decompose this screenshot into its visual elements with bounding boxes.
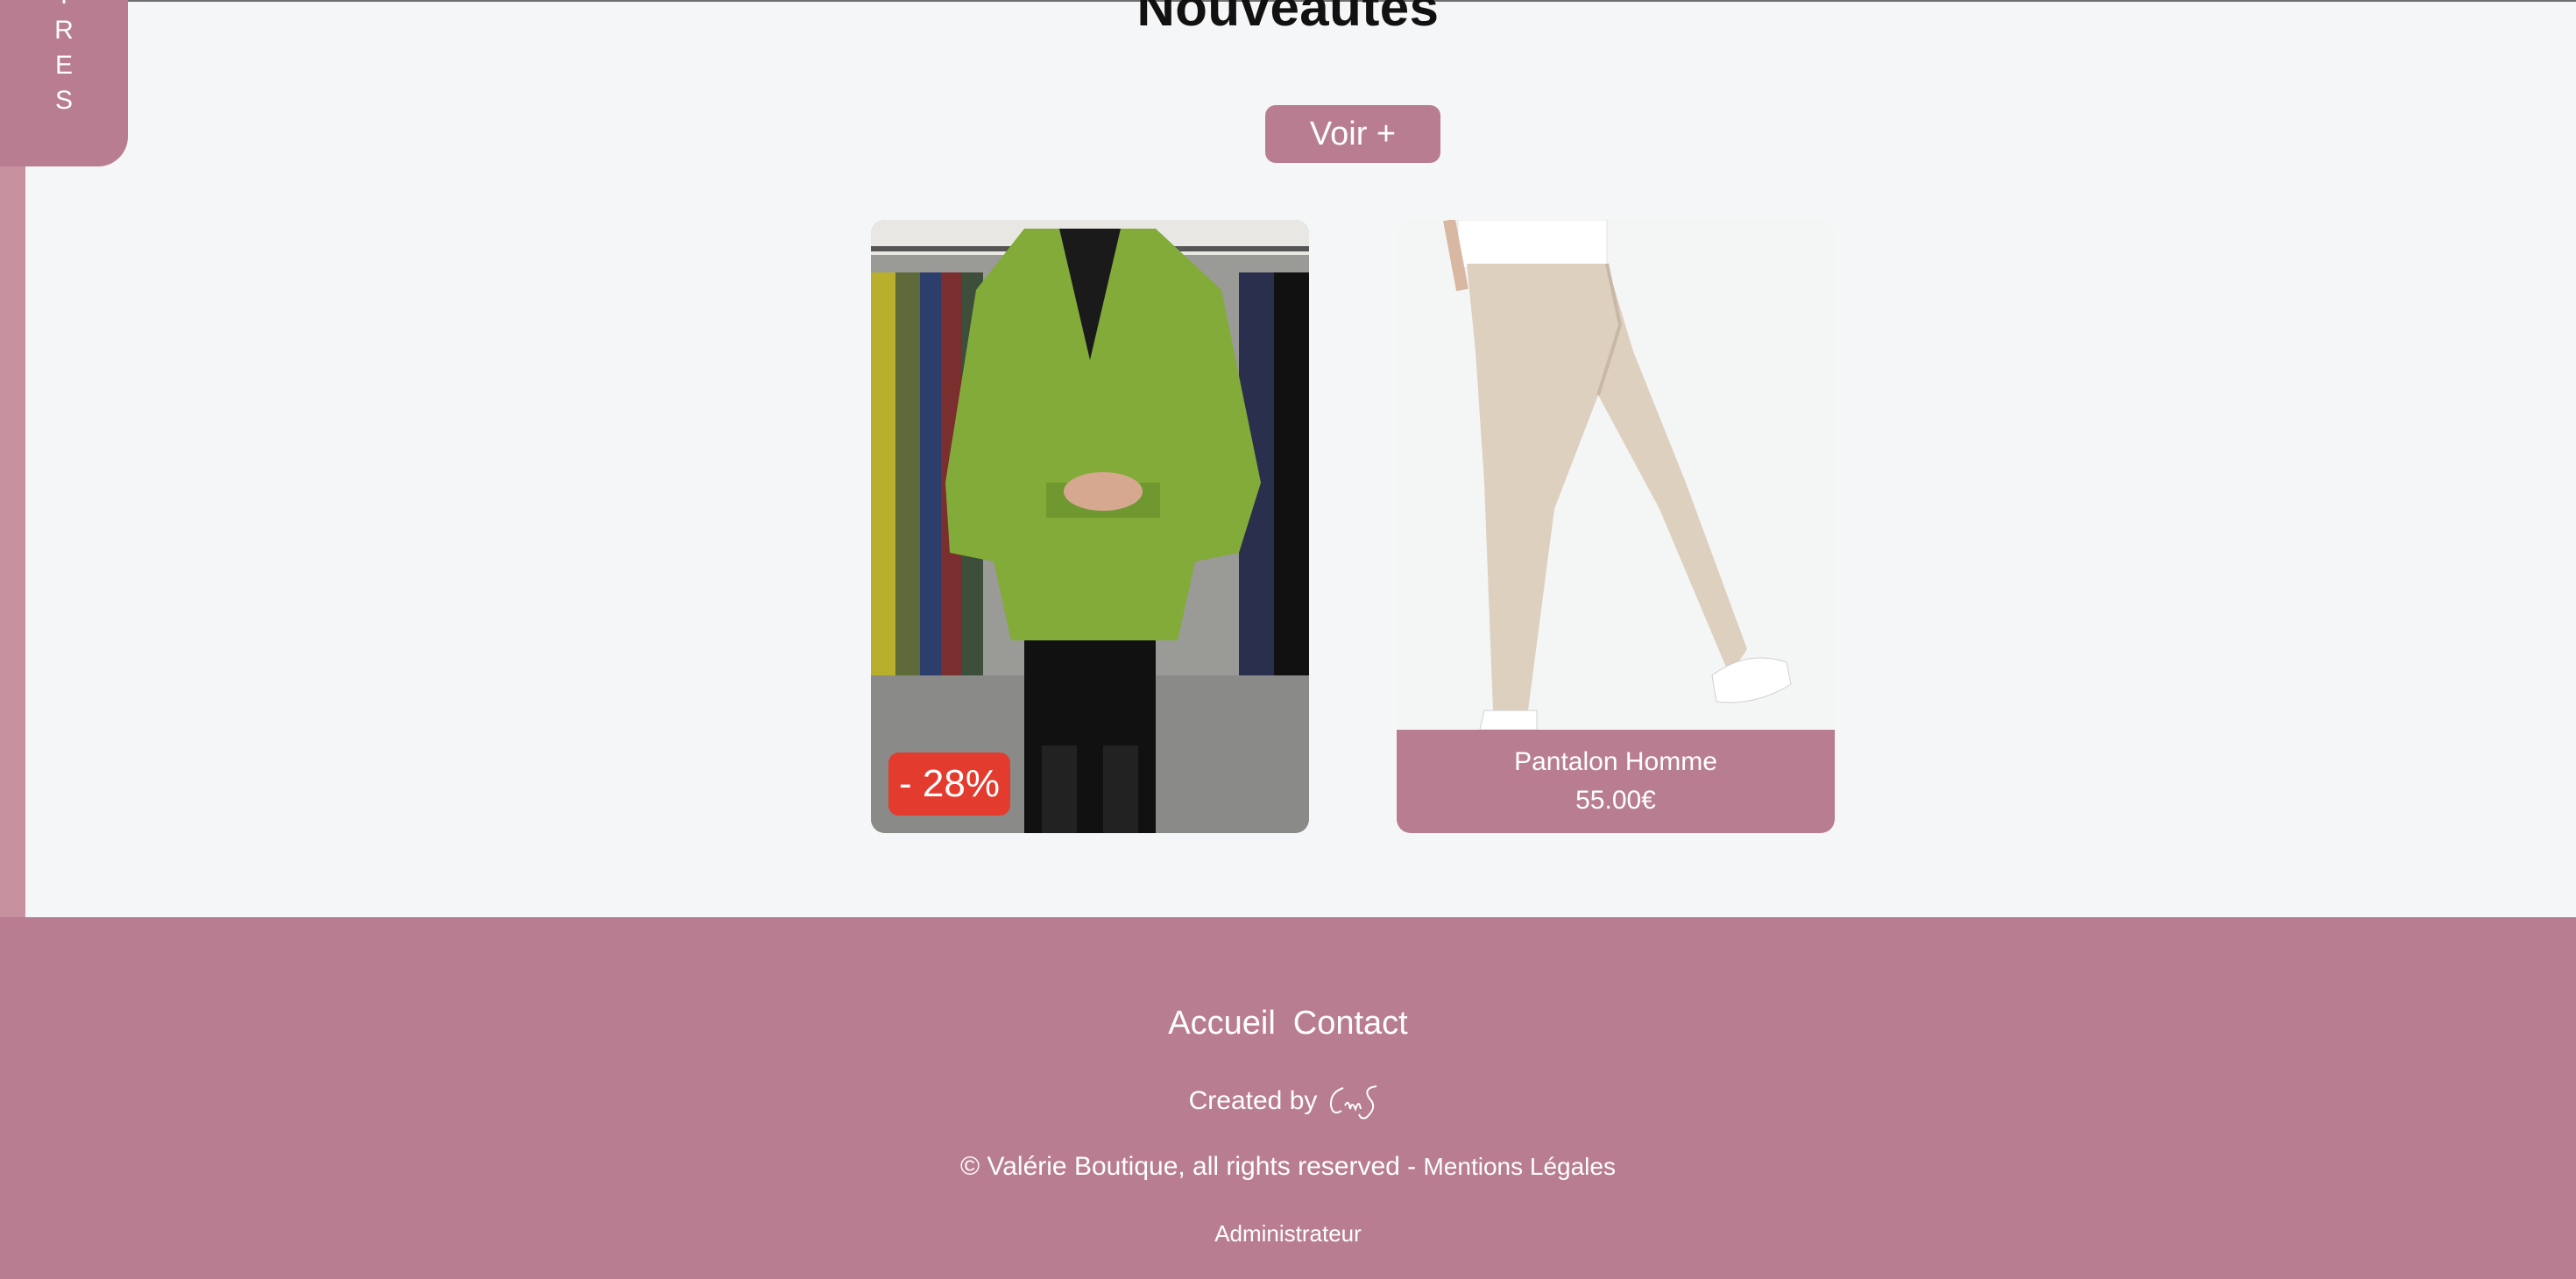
product-image xyxy=(1397,220,1835,730)
see-more-button[interactable]: Voir + xyxy=(1265,105,1440,163)
footer-link-contact[interactable]: Contact xyxy=(1293,1005,1408,1042)
product-price: 55.00€ xyxy=(1575,786,1656,815)
discount-badge: - 28% xyxy=(888,753,1010,816)
copyright-text: © Valérie Boutique, all rights reserved … xyxy=(960,1152,1417,1181)
product-name: Pantalon Homme xyxy=(1514,747,1717,776)
filters-tab-letter: S xyxy=(54,86,73,115)
filters-tab-letter: E xyxy=(54,51,73,80)
product-card[interactable]: - 28% xyxy=(871,220,1309,833)
created-by-label: Created by xyxy=(1188,1086,1318,1115)
section-title: Nouveautés xyxy=(1136,0,1440,37)
creator-signature xyxy=(1330,1085,1377,1120)
legal-notice-link[interactable]: Mentions Légales xyxy=(1423,1153,1615,1180)
admin-link-row: Administrateur xyxy=(0,1220,2576,1247)
created-by: Created by xyxy=(0,1079,2576,1123)
product-card[interactable]: Pantalon Homme 55.00€ xyxy=(1397,220,1835,833)
footer-link-home[interactable]: Accueil xyxy=(1168,1005,1276,1042)
copyright: © Valérie Boutique, all rights reserved … xyxy=(0,1152,2576,1182)
footer: Accueil Contact Created by © Valérie Bou… xyxy=(0,917,2576,1279)
product-info: Pantalon Homme 55.00€ xyxy=(1397,730,1835,833)
footer-nav: Accueil Contact xyxy=(0,1005,2576,1042)
product-image xyxy=(871,220,1309,833)
admin-link[interactable]: Administrateur xyxy=(1214,1220,1362,1247)
